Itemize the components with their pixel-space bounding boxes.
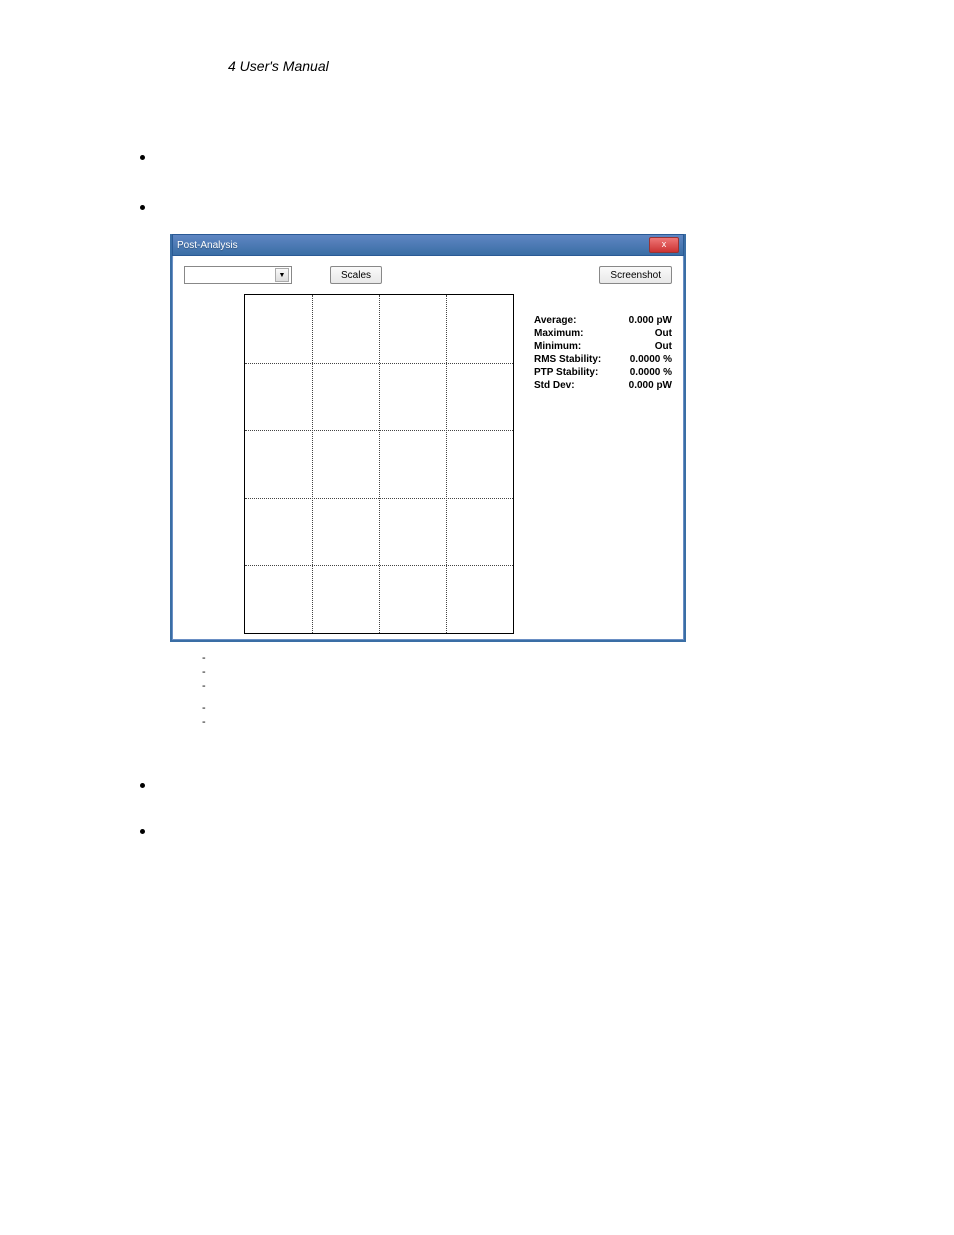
stat-value: 0.000 pW (629, 379, 672, 392)
window-titlebar: Post-Analysis x (172, 234, 684, 256)
post-analysis-window: Post-Analysis x ▼ Scales Screenshot (170, 234, 686, 642)
bullet-icon (140, 829, 145, 834)
dash-list: - - - - - (202, 652, 700, 728)
stat-value: 0.000 pW (629, 314, 672, 327)
stat-value: Out (655, 327, 672, 340)
bullet-item (140, 778, 700, 788)
stat-value: 0.0000 % (630, 366, 672, 379)
stat-label: Minimum: (534, 340, 581, 353)
stat-value: Out (655, 340, 672, 353)
bullet-item (140, 200, 700, 210)
bullet-icon (140, 205, 145, 210)
dash-item: - (202, 702, 700, 714)
bullet-item (140, 824, 700, 834)
page-header: 4 User's Manual (228, 58, 329, 74)
stat-row: RMS Stability: 0.0000 % (534, 353, 672, 366)
stats-panel: Average: 0.000 pW Maximum: Out Minimum: … (534, 294, 672, 634)
window-body: ▼ Scales Screenshot Avera (174, 256, 682, 638)
window-toolbar: ▼ Scales Screenshot (184, 266, 672, 284)
dash-item: - (202, 652, 700, 664)
stat-row: Average: 0.000 pW (534, 314, 672, 327)
stat-row: Minimum: Out (534, 340, 672, 353)
scales-button[interactable]: Scales (330, 266, 382, 284)
dash-icon: - (202, 680, 216, 692)
dash-icon: - (202, 652, 216, 664)
stat-label: PTP Stability: (534, 366, 598, 379)
chart-plot-area (244, 294, 514, 634)
close-button[interactable]: x (649, 237, 679, 253)
dash-item: - (202, 716, 700, 728)
dash-icon: - (202, 716, 216, 728)
dash-item: - (202, 666, 700, 678)
stat-label: Maximum: (534, 327, 583, 340)
page-content: Post-Analysis x ▼ Scales Screenshot (140, 140, 700, 858)
bullet-icon (140, 155, 145, 160)
chevron-down-icon: ▼ (275, 268, 289, 282)
file-dropdown[interactable]: ▼ (184, 266, 292, 284)
stat-label: RMS Stability: (534, 353, 601, 366)
stat-label: Average: (534, 314, 576, 327)
window-title: Post-Analysis (177, 240, 238, 251)
dash-icon: - (202, 666, 216, 678)
stat-row: PTP Stability: 0.0000 % (534, 366, 672, 379)
dash-icon: - (202, 702, 216, 714)
dash-item: - (202, 680, 700, 692)
bullet-icon (140, 783, 145, 788)
bullet-item (140, 150, 700, 160)
stat-value: 0.0000 % (630, 353, 672, 366)
screenshot-button[interactable]: Screenshot (599, 266, 672, 284)
window-main: Average: 0.000 pW Maximum: Out Minimum: … (184, 294, 672, 634)
stat-row: Std Dev: 0.000 pW (534, 379, 672, 392)
stat-row: Maximum: Out (534, 327, 672, 340)
stat-label: Std Dev: (534, 379, 575, 392)
